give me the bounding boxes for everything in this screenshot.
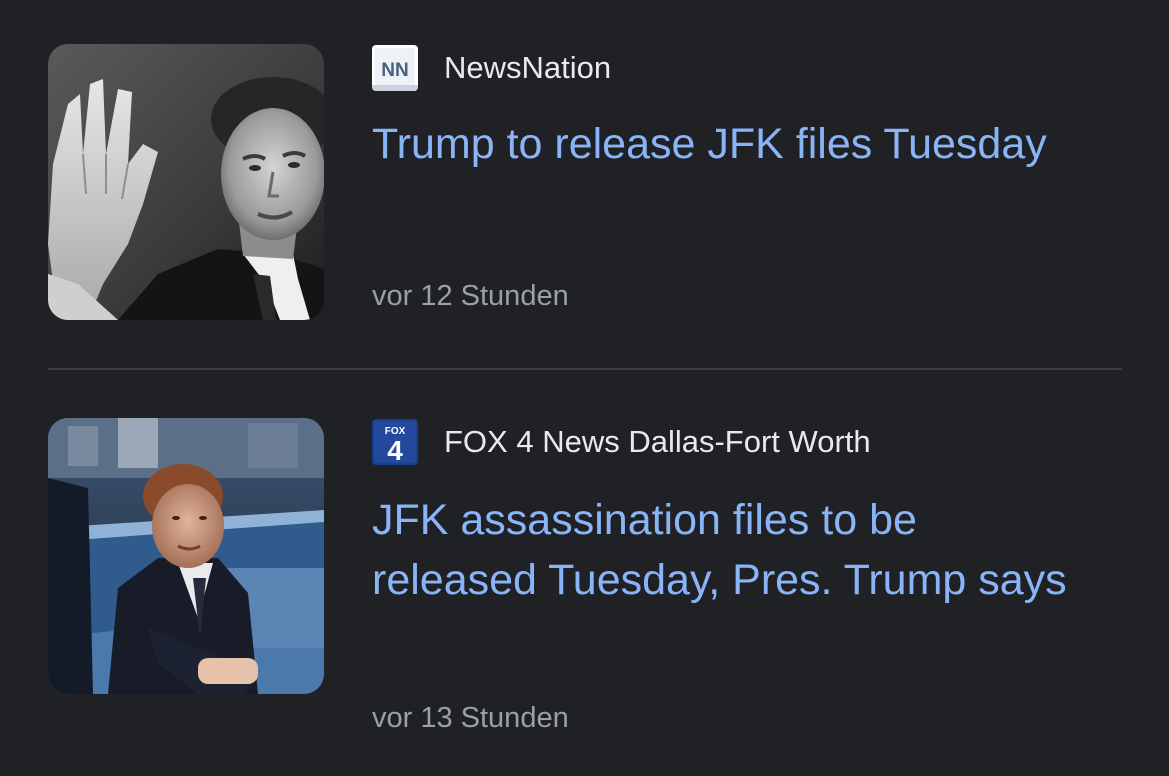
- source-name: FOX 4 News Dallas-Fort Worth: [444, 424, 871, 459]
- jfk-in-motorcade-car-photo: [48, 418, 324, 694]
- article-source[interactable]: FOX 4 FOX 4 News Dallas-Fort Worth: [372, 418, 871, 466]
- logo-text: 4: [387, 435, 403, 465]
- jfk-raised-hand-photo: [48, 44, 324, 320]
- newsnation-logo-icon: NN: [372, 45, 418, 91]
- article-source[interactable]: NN NewsNation: [372, 44, 611, 92]
- article-headline[interactable]: JFK assassination files to be released T…: [372, 490, 1072, 610]
- article-timestamp: vor 13 Stunden: [372, 702, 569, 734]
- news-card[interactable]: FOX 4 FOX 4 News Dallas-Fort Worth JFK a…: [0, 370, 1169, 776]
- article-thumbnail[interactable]: [48, 418, 324, 694]
- article-thumbnail[interactable]: [48, 44, 324, 320]
- fox4-logo-icon: FOX 4: [372, 419, 418, 465]
- source-name: NewsNation: [444, 50, 612, 85]
- news-card[interactable]: NN NewsNation Trump to release JFK files…: [0, 0, 1169, 368]
- article-headline[interactable]: Trump to release JFK files Tuesday: [372, 114, 1072, 174]
- news-feed: NN NewsNation Trump to release JFK files…: [0, 0, 1169, 776]
- logo-text: NN: [381, 60, 408, 81]
- article-timestamp: vor 12 Stunden: [372, 280, 569, 312]
